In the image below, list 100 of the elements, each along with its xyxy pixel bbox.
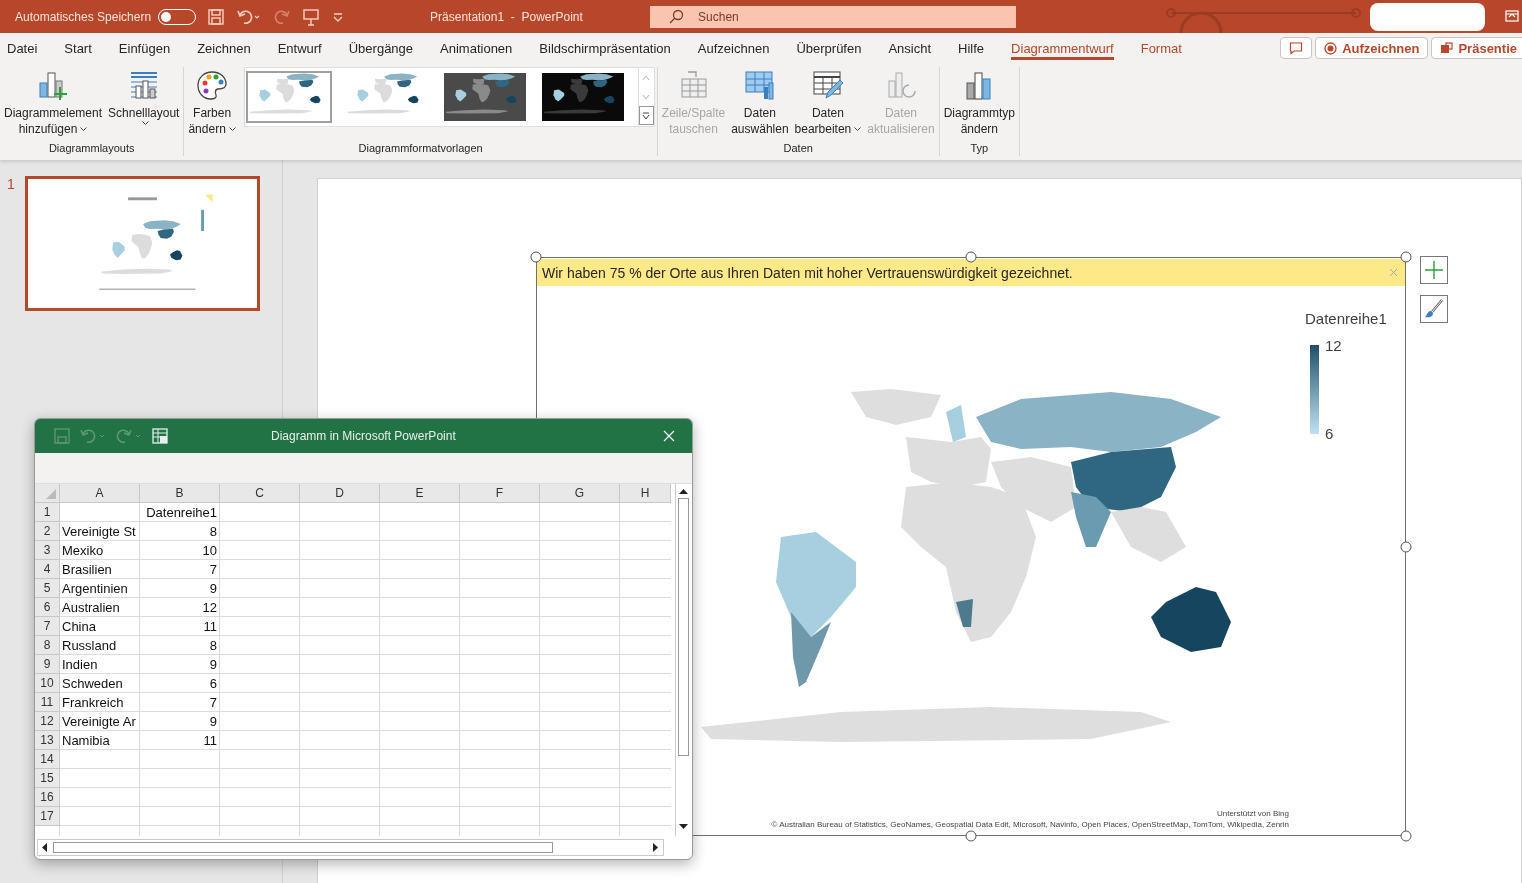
table-cell: Frankreich: [62, 694, 124, 710]
comments-button[interactable]: [1280, 37, 1313, 59]
table-cell: 11: [203, 618, 217, 634]
row-header[interactable]: 17: [35, 807, 60, 826]
chart-style-thumbnail[interactable]: [539, 71, 626, 123]
window-title: Präsentation1 - PowerPoint: [430, 9, 584, 24]
palette-icon: [196, 69, 229, 101]
row-header[interactable]: 6: [35, 598, 60, 617]
row-header[interactable]: 13: [35, 731, 60, 750]
ribbon-button[interactable]: Daten bearbeiten: [792, 67, 864, 137]
save-icon[interactable]: [207, 7, 226, 26]
table-cell: 9: [209, 580, 217, 596]
vertical-scrollbar[interactable]: [675, 484, 691, 836]
ribbon-tab[interactable]: Bildschirmpräsentation: [539, 33, 671, 63]
row-header[interactable]: 2: [35, 522, 60, 541]
row-header[interactable]: 3: [35, 541, 60, 560]
ribbon-tab[interactable]: Einfügen: [118, 33, 171, 63]
row-header[interactable]: 8: [35, 636, 60, 655]
ribbon-button[interactable]: Schnelllayout: [106, 67, 182, 125]
ribbon-display-icon[interactable]: [1505, 9, 1519, 23]
ribbon-tab[interactable]: Hilfe: [958, 33, 985, 63]
add-chart-element-button[interactable]: [1420, 256, 1448, 284]
resize-handle[interactable]: [965, 830, 977, 842]
autosave-label: Automatisches Speichern: [15, 9, 152, 24]
ribbon-tab[interactable]: Start: [64, 33, 92, 63]
right-arrow-icon[interactable]: [653, 843, 659, 852]
ribbon-button[interactable]: Diagrammtyp ändern: [941, 67, 1017, 137]
row-header[interactable]: 5: [35, 579, 60, 598]
row-header[interactable]: 4: [35, 560, 60, 579]
column-header[interactable]: G: [540, 484, 620, 503]
resize-handle[interactable]: [1400, 830, 1412, 842]
column-header[interactable]: C: [220, 484, 300, 503]
chart-plus-icon: [37, 69, 69, 101]
resize-handle[interactable]: [530, 251, 542, 263]
ribbon-group-label: Typ: [970, 142, 989, 156]
table-chart-icon: [743, 69, 776, 101]
map-attribution: © Australian Bureau of Statistics, GeoNames, Geospatial Data Edit, Microsoft, Navinfo, Open Places, OpenStreetMap, TomTom, Wikipedia, Zenrin: [771, 820, 1289, 829]
search-icon: [668, 8, 685, 25]
resize-handle[interactable]: [965, 251, 977, 263]
ribbon-tab[interactable]: Format: [1140, 33, 1182, 63]
horizontal-scrollbar[interactable]: [37, 839, 664, 856]
ribbon-tab[interactable]: Animationen: [440, 33, 513, 63]
table-cell: 8: [209, 637, 217, 653]
row-header[interactable]: 12: [35, 712, 60, 731]
ribbon-tab[interactable]: Entwurf: [277, 33, 322, 63]
resize-handle[interactable]: [1400, 541, 1412, 552]
ribbon-tab[interactable]: Zeichnen: [197, 33, 251, 63]
ribbon-tab[interactable]: Übergänge: [348, 33, 414, 63]
column-header[interactable]: E: [380, 484, 460, 503]
row-header[interactable]: 11: [35, 693, 60, 712]
expand-icon: [642, 111, 651, 120]
row-header[interactable]: 16: [35, 788, 60, 807]
ribbon-group-label: Daten: [783, 142, 813, 156]
chart-style-thumbnail[interactable]: [441, 71, 528, 123]
resize-handle[interactable]: [1400, 251, 1412, 263]
ribbon-button[interactable]: Diagrammelement hinzufügen: [2, 67, 105, 137]
ribbon-button[interactable]: Daten auswählen: [729, 67, 791, 137]
column-header[interactable]: D: [300, 484, 380, 503]
column-header[interactable]: A: [60, 484, 140, 503]
record-button[interactable]: Aufzeichnen: [1315, 37, 1429, 59]
ribbon-button[interactable]: Farben ändern: [186, 67, 238, 137]
ribbon-tab[interactable]: Diagrammentwurf: [1011, 33, 1114, 63]
chart-style-thumbnail[interactable]: [245, 71, 332, 123]
brush-icon: [1423, 298, 1445, 320]
spreadsheet-icon[interactable]: [151, 427, 169, 445]
comment-icon: [1289, 41, 1304, 55]
table-cell: Australien: [62, 599, 120, 615]
row-header[interactable]: 14: [35, 750, 60, 769]
table-cell: Vereinigte Ar: [62, 713, 136, 729]
search-field[interactable]: Suchen: [650, 5, 1017, 28]
table-cell: China: [62, 618, 96, 634]
plus-icon: [1424, 260, 1444, 280]
present-button[interactable]: Präsentie: [1431, 37, 1522, 59]
row-header[interactable]: 1: [35, 503, 60, 522]
ribbon-tab[interactable]: Ansicht: [888, 33, 932, 63]
column-header[interactable]: F: [460, 484, 540, 503]
legend-title: Datenreihe1: [1305, 310, 1387, 327]
row-header[interactable]: 9: [35, 655, 60, 674]
down-arrow-icon[interactable]: [679, 824, 688, 830]
record-icon: [1324, 41, 1338, 55]
ribbon-tab[interactable]: Datei: [7, 33, 38, 63]
table-pencil-icon: [811, 69, 844, 101]
row-header[interactable]: 7: [35, 617, 60, 636]
up-arrow-icon[interactable]: [679, 488, 688, 494]
row-header[interactable]: 15: [35, 769, 60, 788]
table-cell: 10: [202, 542, 217, 558]
row-header[interactable]: 10: [35, 674, 60, 693]
table-cell: 12: [202, 599, 217, 615]
slide-number: 1: [7, 176, 15, 192]
left-arrow-icon[interactable]: [41, 843, 47, 852]
slide-thumbnail[interactable]: [24, 176, 260, 311]
column-header[interactable]: H: [620, 484, 671, 503]
more-styles-button[interactable]: [638, 106, 654, 125]
ribbon-tab[interactable]: Aufzeichnen: [697, 33, 770, 63]
column-header[interactable]: B: [140, 484, 220, 503]
chart-styles-button[interactable]: [1420, 295, 1448, 323]
table-cell: 11: [203, 732, 217, 748]
table-cell: Brasilien: [62, 561, 112, 577]
presentation-icon[interactable]: [302, 7, 321, 26]
ribbon-tab[interactable]: Überprüfen: [796, 33, 862, 63]
